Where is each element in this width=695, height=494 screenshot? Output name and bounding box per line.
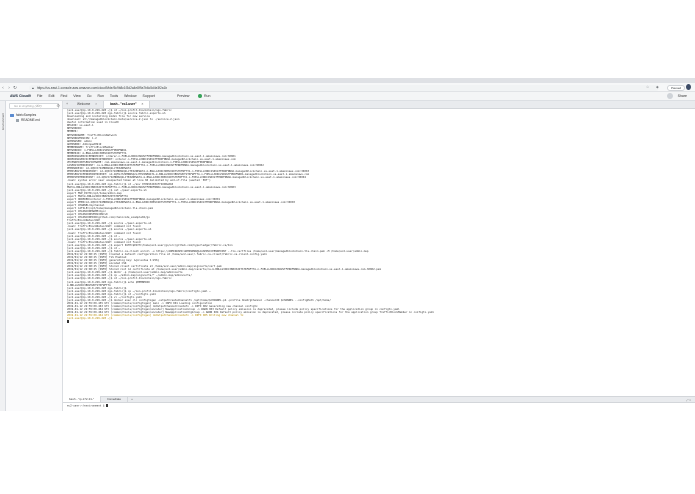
gear-icon[interactable]: ⚙ (56, 103, 60, 108)
reload-icon[interactable]: ↻ (12, 83, 18, 92)
menu-edit[interactable]: Edit (48, 94, 54, 98)
terminal-line: [ec2-user@ip-10-0-226-228 ~]$ (67, 317, 114, 321)
star-icon[interactable]: ☆ (646, 85, 649, 89)
tab-label: Immediate (106, 397, 121, 401)
menu-view[interactable]: View (73, 94, 81, 98)
share-button[interactable]: Share (678, 94, 687, 98)
file-tree: fabricSamples README.md (10, 113, 40, 123)
url-field[interactable]: 🔒︎ https://us-east-1.console.aws.amazon.… (29, 84, 659, 91)
menu-support[interactable]: Support (143, 94, 155, 98)
extension-icon[interactable]: ◈ (656, 85, 659, 89)
editor-tab-bar: + Welcome × bash - "ec2-user" × (63, 101, 695, 109)
tab-label: Welcome (77, 102, 91, 106)
close-icon[interactable]: × (142, 102, 144, 106)
text-cursor (67, 320, 69, 323)
profile-avatar[interactable] (686, 84, 691, 90)
run-button[interactable]: Run (198, 94, 210, 98)
tab-label: bash - "ip-172-31-" (69, 397, 94, 401)
text-cursor (106, 404, 108, 407)
lock-icon: 🔒︎ (32, 85, 34, 90)
close-icon[interactable]: × (95, 102, 97, 106)
tab-welcome[interactable]: Welcome × (71, 101, 105, 108)
play-icon (198, 94, 202, 98)
tree-item-file[interactable]: README.md (10, 118, 40, 123)
tree-item-label: README.md (21, 118, 40, 122)
tab-immediate[interactable]: Immediate (101, 396, 128, 402)
menu-go[interactable]: Go (87, 94, 92, 98)
user-avatar[interactable] (667, 93, 673, 99)
terminal-output[interactable]: [ec2-user@ip-10-0-226-228 ~]$ cd ~/non-p… (63, 109, 695, 396)
new-tab-plus-icon[interactable]: + (63, 101, 71, 108)
file-icon (16, 118, 19, 123)
terminal-prompt: ec2-user:~/environment $ (67, 404, 107, 408)
menu-find[interactable]: Find (60, 94, 67, 98)
folder-icon (10, 114, 14, 117)
tab-bottom-bash[interactable]: bash - "ip-172-31-" (63, 396, 101, 402)
tab-label: bash - "ec2-user" (110, 102, 137, 106)
ide-menubar: AWS Cloud9 File Edit Find View Go Run To… (0, 92, 695, 101)
preview-button[interactable]: Preview (177, 94, 189, 98)
menu-window[interactable]: Window (124, 94, 136, 98)
bottom-tab-bar: bash - "ip-172-31-" Immediate + ⤢ × (63, 396, 695, 403)
new-tab-plus-icon[interactable]: + (128, 396, 136, 402)
file-tree-panel: Go to Anything (⌘P) ⚙ fabricSamples READ… (6, 101, 63, 411)
menu-file[interactable]: File (37, 94, 43, 98)
bottom-terminal[interactable]: ec2-user:~/environment $ (63, 403, 695, 411)
menu-run[interactable]: Run (98, 94, 104, 98)
go-to-anything-input[interactable]: Go to Anything (⌘P) (9, 103, 59, 109)
maximize-icon[interactable]: ⤢ × (686, 398, 691, 402)
environment-panel-toggle[interactable]: Environment (1, 113, 5, 130)
aws-cloud9-logo[interactable]: AWS Cloud9 (10, 94, 31, 98)
browser-address-bar: ‹ › ↻ 🔒︎ https://us-east-1.console.aws.a… (0, 83, 695, 92)
menu-tools[interactable]: Tools (110, 94, 118, 98)
url-text: https://us-east-1.console.aws.amazon.com… (36, 85, 168, 90)
tab-bash[interactable]: bash - "ec2-user" × (104, 101, 151, 108)
paused-button[interactable]: Paused (667, 84, 686, 91)
run-label: Run (204, 94, 211, 98)
